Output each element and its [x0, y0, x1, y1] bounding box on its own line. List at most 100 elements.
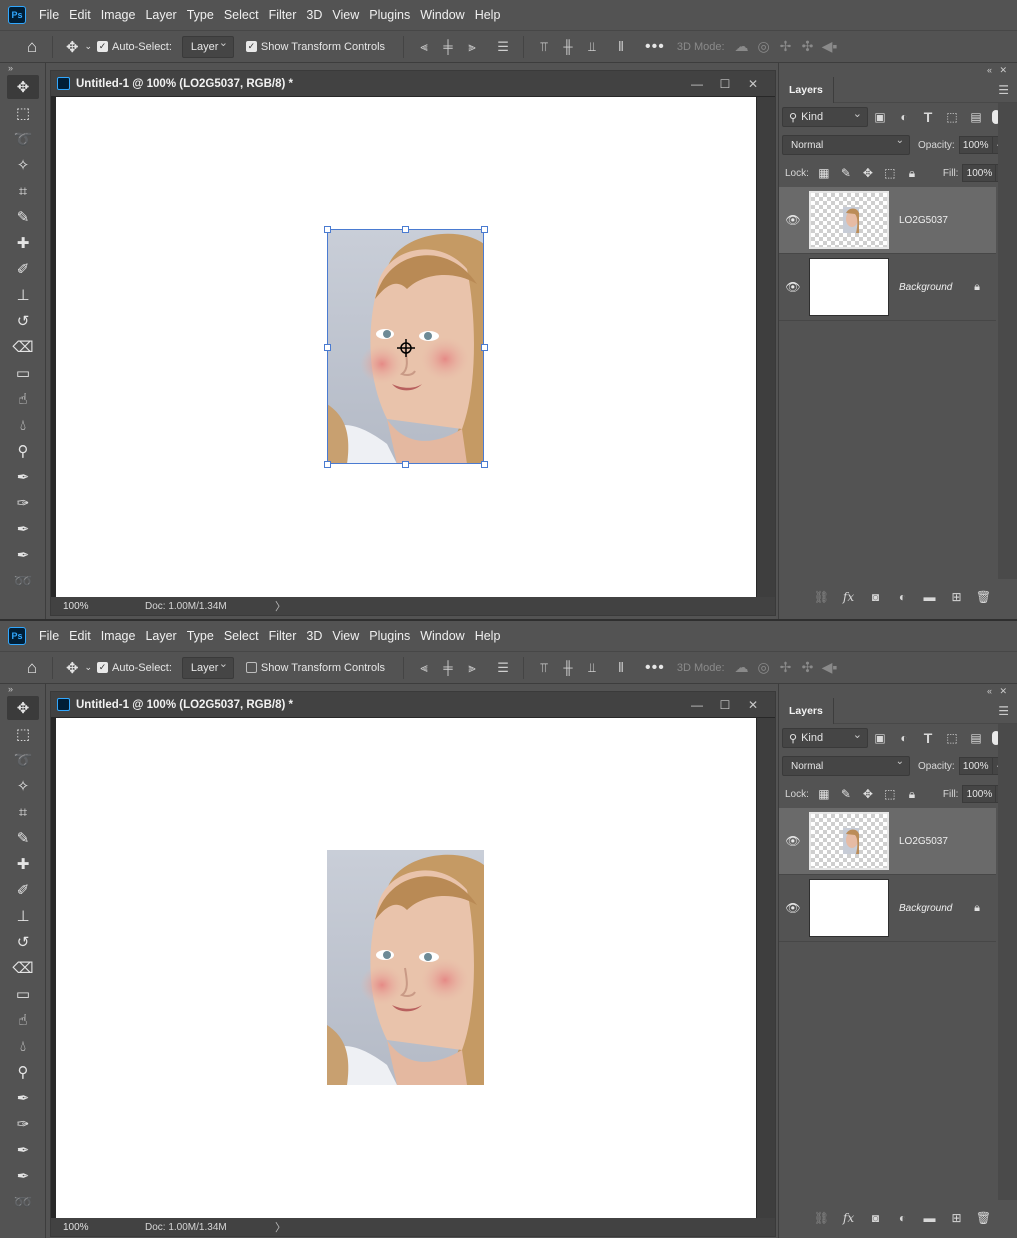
align-left-icon[interactable]: ⫷ — [415, 38, 433, 56]
layer-style-icon[interactable]: fx — [835, 590, 862, 604]
filter-adjustment-icon[interactable]: ◐ — [892, 731, 916, 745]
menu-item-filter[interactable]: Filter — [264, 0, 302, 30]
canvas[interactable] — [56, 718, 756, 1218]
tab-layers[interactable]: Layers — [779, 76, 834, 103]
blur-tool-icon[interactable]: 💧︎ — [7, 413, 39, 437]
menu-item-plugins[interactable]: Plugins — [364, 0, 415, 30]
align-center-icon[interactable]: ╪ — [439, 38, 457, 56]
lock-transparent-icon[interactable]: ▦ — [813, 787, 835, 801]
menu-item-layer[interactable]: Layer — [140, 0, 181, 30]
opacity-input[interactable]: 100% — [958, 757, 993, 775]
clone-stamp-icon[interactable]: ⊥ — [7, 904, 39, 928]
menu-item-type[interactable]: Type — [182, 621, 219, 651]
eraser-icon[interactable]: ⌫ — [7, 956, 39, 980]
menu-item-edit[interactable]: Edit — [64, 0, 96, 30]
dodge-tool-icon[interactable]: ⚲ — [7, 1060, 39, 1084]
layers-scrollbar[interactable] — [998, 103, 1017, 579]
transform-handle-top-right[interactable] — [481, 226, 488, 233]
move-tool-icon[interactable]: ✥ — [7, 75, 39, 99]
align-top-icon[interactable]: ⫪ — [535, 659, 553, 677]
curvature-pen-icon[interactable]: ✒ — [7, 1138, 39, 1162]
fill-input[interactable]: 100% — [962, 164, 997, 182]
auto-select-checkbox[interactable]: ✓ — [97, 662, 108, 673]
menu-item-window[interactable]: Window — [415, 0, 469, 30]
zoom-level[interactable]: 100% — [51, 1222, 103, 1233]
3d-slide-icon[interactable]: ✣ — [797, 659, 819, 676]
align-middle-icon[interactable]: ╫ — [559, 659, 577, 677]
distribute-vertical-icon[interactable]: ☰ — [494, 659, 512, 677]
vertical-scrollbar[interactable] — [757, 97, 775, 597]
lasso-tool-icon[interactable]: ➰ — [7, 127, 39, 151]
menu-item-image[interactable]: Image — [96, 621, 141, 651]
magic-wand-icon[interactable]: ✧ — [7, 774, 39, 798]
menu-item-view[interactable]: View — [327, 0, 364, 30]
history-brush-icon[interactable]: ↺ — [7, 930, 39, 954]
brush-tool-icon[interactable]: ✐ — [7, 878, 39, 902]
layer-name[interactable]: Background — [899, 282, 952, 293]
transform-handle-top-left[interactable] — [324, 226, 331, 233]
3d-orbit-icon[interactable]: ☁ — [731, 38, 753, 55]
home-icon[interactable]: ⌂ — [20, 35, 44, 59]
align-bottom-icon[interactable]: ⫫ — [583, 38, 601, 56]
panel-menu-icon[interactable]: ☰ — [998, 83, 1009, 97]
smudge-tool-icon[interactable]: ☝ — [7, 1008, 39, 1032]
adjustment-layer-icon[interactable]: ◐ — [889, 1211, 916, 1225]
healing-brush-icon[interactable]: ✚ — [7, 852, 39, 876]
layers-scrollbar[interactable] — [998, 724, 1017, 1200]
3d-pan-icon[interactable]: ✢ — [775, 38, 797, 55]
blend-mode-dropdown[interactable]: Normal — [782, 135, 910, 155]
menu-item-view[interactable]: View — [327, 621, 364, 651]
reference-point-crosshair[interactable] — [397, 339, 415, 357]
3d-scale-icon[interactable]: ◀▪ — [819, 38, 841, 55]
align-top-icon[interactable]: ⫪ — [535, 38, 553, 56]
3d-roll-icon[interactable]: ◎ — [753, 659, 775, 676]
fill-input[interactable]: 100% — [962, 785, 997, 803]
marquee-tool-icon[interactable]: ⬚ — [7, 101, 39, 125]
lock-position-icon[interactable]: ✥ — [857, 166, 879, 180]
layer-row[interactable]: 👁︎ Background 🔒︎ — [779, 875, 996, 942]
menu-item-file[interactable]: File — [34, 621, 64, 651]
content-aware-tracing-icon[interactable]: ➿ — [7, 1190, 39, 1214]
clone-stamp-icon[interactable]: ⊥ — [7, 283, 39, 307]
auto-select-checkbox[interactable]: ✓ — [97, 41, 108, 52]
filter-smart-object-icon[interactable]: ▤ — [964, 110, 988, 124]
pen-tool-icon[interactable]: ✒ — [7, 1086, 39, 1110]
menu-item-layer[interactable]: Layer — [140, 621, 181, 651]
move-tool-preset-icon[interactable]: ✥ ⌄ — [61, 656, 97, 680]
document-tab[interactable]: Untitled-1 @ 100% (LO2G5037, RGB/8) * — … — [51, 692, 775, 717]
eraser-icon[interactable]: ⌫ — [7, 335, 39, 359]
tools-collapse-icon[interactable]: » — [0, 63, 45, 73]
menu-item-help[interactable]: Help — [470, 621, 506, 651]
lasso-tool-icon[interactable]: ➰ — [7, 748, 39, 772]
lock-transparent-icon[interactable]: ▦ — [813, 166, 835, 180]
more-options-icon[interactable]: ••• — [645, 659, 665, 677]
align-left-icon[interactable]: ⫷ — [415, 659, 433, 677]
new-layer-icon[interactable]: ⊞ — [943, 1211, 970, 1225]
show-transform-checkbox[interactable]: ✓ — [245, 41, 257, 52]
distribute-horizontal-icon[interactable]: ⦀ — [612, 38, 630, 56]
panel-collapse-icon[interactable]: « ✕ — [779, 684, 1017, 698]
curvature-pen-icon[interactable]: ✒ — [7, 517, 39, 541]
minimize-icon[interactable]: — — [683, 698, 711, 712]
filter-type-icon[interactable]: T — [916, 109, 940, 125]
pen-tool-icon[interactable]: ✒ — [7, 465, 39, 489]
opacity-input[interactable]: 100% — [958, 136, 993, 154]
menu-item-filter[interactable]: Filter — [264, 621, 302, 651]
layer-name[interactable]: LO2G5037 — [899, 215, 948, 226]
maximize-icon[interactable]: ☐ — [711, 698, 739, 712]
new-layer-icon[interactable]: ⊞ — [943, 590, 970, 604]
blur-tool-icon[interactable]: 💧︎ — [7, 1034, 39, 1058]
3d-roll-icon[interactable]: ◎ — [753, 38, 775, 55]
lock-all-icon[interactable]: 🔒︎ — [901, 787, 923, 802]
tools-collapse-icon[interactable]: » — [0, 684, 45, 694]
distribute-horizontal-icon[interactable]: ⦀ — [612, 659, 630, 677]
canvas[interactable] — [56, 97, 756, 597]
layer-style-icon[interactable]: fx — [835, 1211, 862, 1225]
visibility-eye-icon[interactable]: 👁︎ — [779, 834, 807, 848]
transform-handle-bottom-left[interactable] — [324, 461, 331, 468]
crop-tool-icon[interactable]: ⌗ — [7, 800, 39, 824]
3d-orbit-icon[interactable]: ☁ — [731, 659, 753, 676]
layer-thumbnail[interactable] — [809, 879, 889, 937]
delete-layer-icon[interactable]: 🗑︎ — [970, 1211, 997, 1225]
lock-pixels-icon[interactable]: ✎ — [835, 166, 857, 180]
